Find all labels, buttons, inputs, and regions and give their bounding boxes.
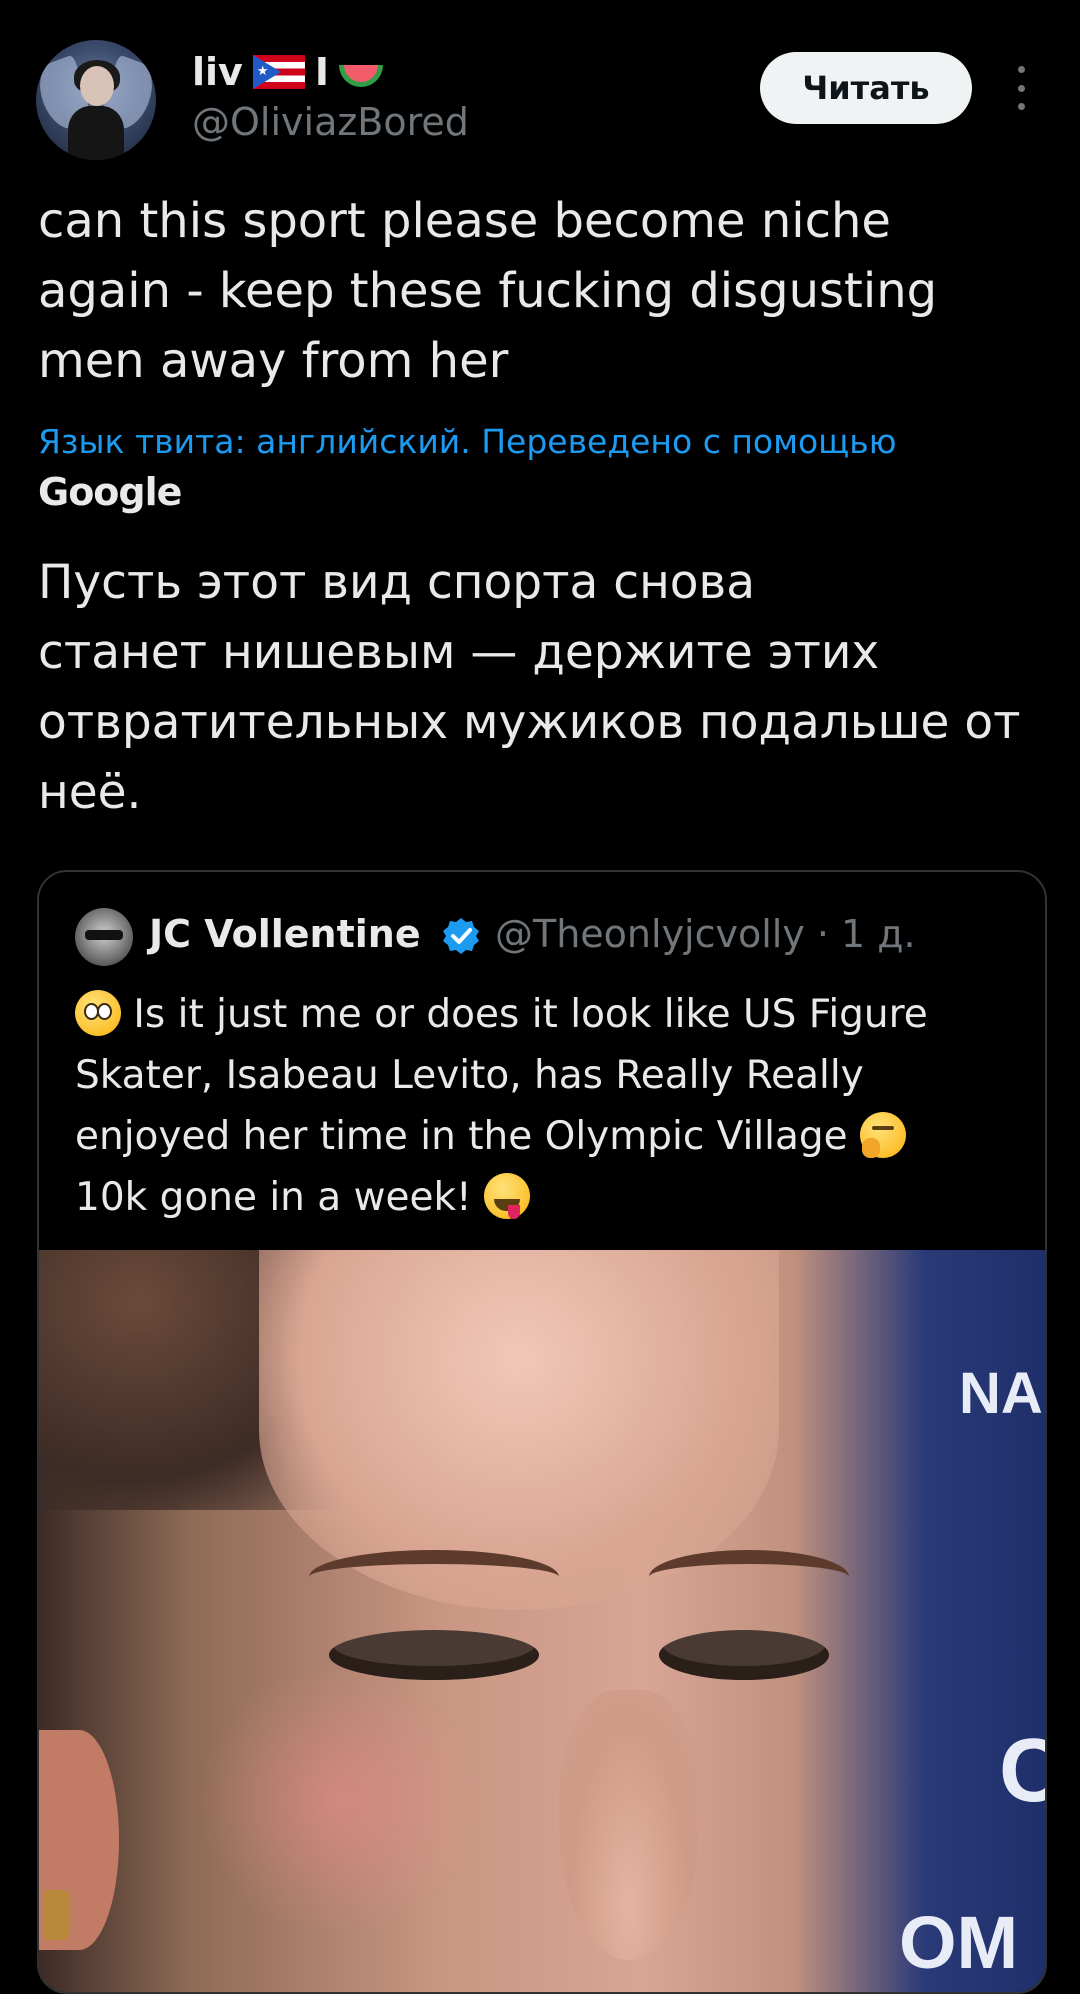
author-handle[interactable]: @OliviazBored <box>192 100 469 144</box>
name-separator: I <box>314 50 329 94</box>
watermelon-icon <box>338 57 383 87</box>
winking-tongue-face-icon <box>484 1173 531 1219</box>
quoted-line-text: Is it just me or does it look like US Fi… <box>133 992 928 1037</box>
display-name-text: liv <box>192 50 243 94</box>
thinking-face-icon <box>860 1112 907 1158</box>
quoted-timestamp[interactable]: 1 д. <box>841 912 916 956</box>
translated-line: отвратительных мужиков подальше от <box>38 695 1021 750</box>
quoted-tweet-card[interactable]: JC Vollentine @Theonlyjcvolly · 1 д. Is … <box>37 870 1047 1994</box>
quoted-meta: @Theonlyjcvolly · 1 д. <box>495 912 916 956</box>
media-background-text: C <box>999 1720 1045 1823</box>
quoted-line: enjoyed her time in the Olympic Village <box>75 1106 1025 1167</box>
follow-button[interactable]: Читать <box>760 52 972 124</box>
translation-note[interactable]: Язык твита: английский. Переведено с пом… <box>38 422 896 461</box>
tweet-line: again - keep these fucking disgusting <box>38 263 938 319</box>
meta-dot: · <box>816 912 829 956</box>
quoted-tweet-text: Is it just me or does it look like US Fi… <box>75 984 1025 1228</box>
translated-text: Пусть этот вид спорта снова станет нишев… <box>38 548 1048 828</box>
tweet-line: can this sport please become niche <box>38 193 891 249</box>
media-background-text: OM <box>899 1901 1019 1984</box>
author-display-name[interactable]: liv ★ I <box>192 50 383 94</box>
tweet-text: can this sport please become niche again… <box>38 186 1038 396</box>
more-options-icon[interactable] <box>1006 66 1036 110</box>
quoted-line: 10k gone in a week! <box>75 1167 1025 1228</box>
puerto-rico-flag-icon: ★ <box>252 55 305 89</box>
author-avatar[interactable] <box>36 40 156 160</box>
quoted-line-text: enjoyed her time in the Olympic Village <box>75 1114 848 1159</box>
quoted-line-text: 10k gone in a week! <box>75 1175 472 1220</box>
translated-line: станет нишевым — держите этих <box>38 625 880 680</box>
quoted-line: Skater, Isabeau Levito, has Really Reall… <box>75 1053 864 1098</box>
quoted-author-handle[interactable]: @Theonlyjcvolly <box>495 912 805 956</box>
translated-line: неё. <box>38 765 142 820</box>
quoted-line: Is it just me or does it look like US Fi… <box>75 984 1025 1045</box>
verified-badge-icon <box>443 918 479 954</box>
quoted-author-avatar[interactable] <box>75 908 133 966</box>
google-logo: Google <box>38 470 182 514</box>
tweet-line: men away from her <box>38 333 509 389</box>
flushed-face-icon <box>75 990 121 1036</box>
media-background-text: NA <box>959 1361 1043 1426</box>
quoted-author-name[interactable]: JC Vollentine <box>149 912 421 956</box>
translated-line: Пусть этот вид спорта снова <box>38 555 756 610</box>
quoted-media-image[interactable]: NA C OM <box>39 1250 1045 1992</box>
